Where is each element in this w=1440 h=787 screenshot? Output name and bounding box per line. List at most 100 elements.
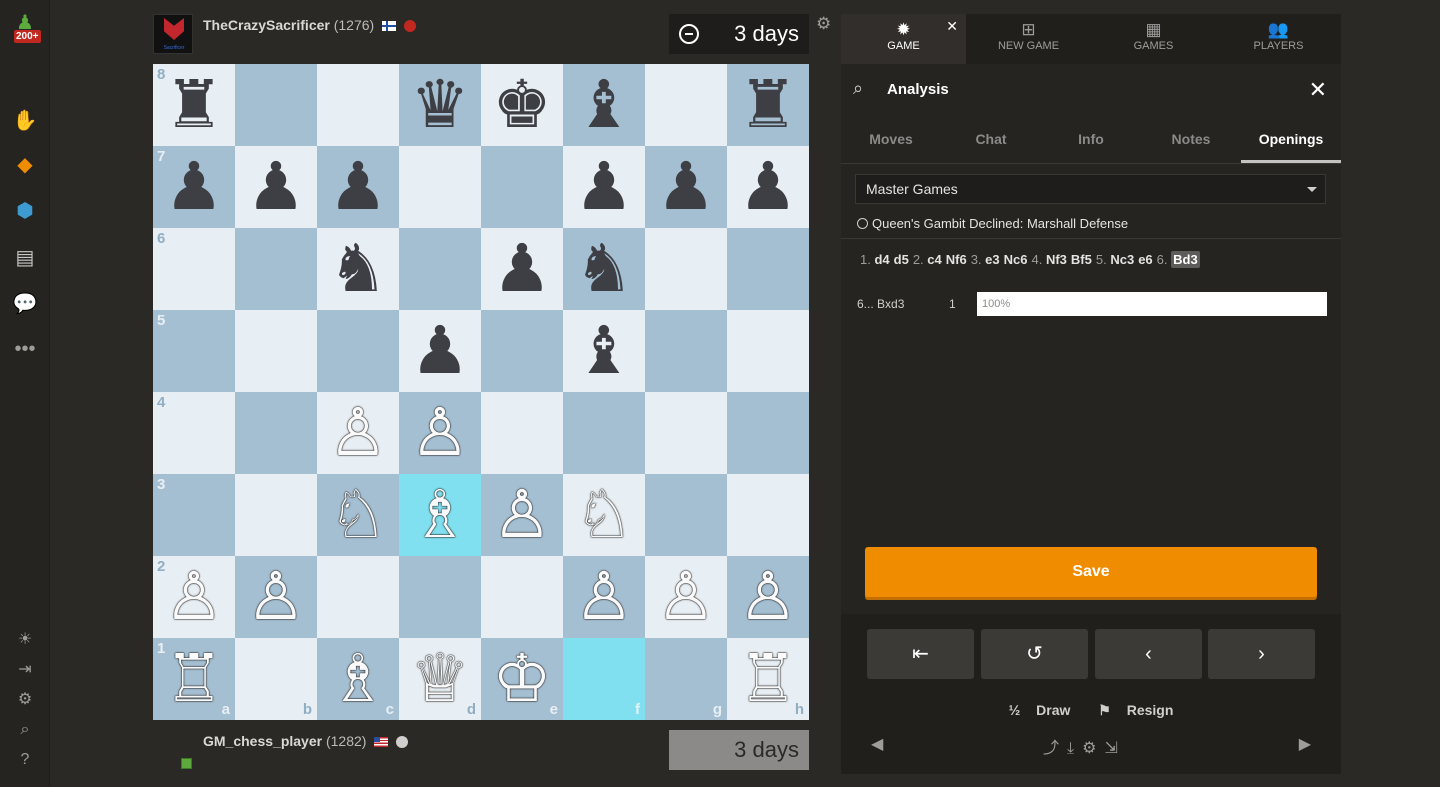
square-b2[interactable]: ♙ (235, 556, 317, 638)
square-h5[interactable] (727, 310, 809, 392)
move-white[interactable]: c4 (927, 252, 941, 267)
chess-piece[interactable]: ♖ (738, 646, 797, 712)
chess-piece[interactable]: ♙ (328, 400, 387, 466)
theme-icon[interactable]: ☀ (14, 629, 36, 651)
chess-piece[interactable]: ♕ (410, 646, 469, 712)
download-icon[interactable]: ⤓ (1067, 740, 1074, 757)
chess-piece[interactable]: ♟ (492, 236, 551, 302)
square-h6[interactable] (727, 228, 809, 310)
tab-players[interactable]: 👥 PLAYERS (1216, 14, 1341, 64)
subtab-info[interactable]: Info (1041, 120, 1141, 163)
chat-icon[interactable]: 💬 (11, 289, 39, 317)
avatar[interactable]: Sacrificer (153, 14, 193, 54)
square-d7[interactable] (399, 146, 481, 228)
chess-piece[interactable]: ♗ (410, 482, 469, 548)
chess-piece[interactable]: ♟ (410, 318, 469, 384)
more-icon[interactable]: ••• (11, 335, 39, 363)
left-arrow-icon[interactable]: ◀ (871, 734, 883, 754)
square-e7[interactable] (481, 146, 563, 228)
tab-games[interactable]: ▦ GAMES (1091, 14, 1216, 64)
square-b6[interactable] (235, 228, 317, 310)
square-a8[interactable]: ♜ 8 (153, 64, 235, 146)
square-b1[interactable]: b (235, 638, 317, 720)
square-c4[interactable]: ♙ (317, 392, 399, 474)
chess-piece[interactable]: ♟ (656, 154, 715, 220)
chess-piece[interactable]: ♘ (328, 482, 387, 548)
move-black[interactable]: Nc6 (1004, 252, 1028, 267)
search-icon[interactable]: ⌕ (14, 719, 36, 741)
square-a4[interactable]: 4 (153, 392, 235, 474)
square-f4[interactable] (563, 392, 645, 474)
move-black[interactable]: Bf5 (1071, 252, 1092, 267)
chess-piece[interactable]: ♜ (164, 72, 223, 138)
square-h1[interactable]: ♖ h (727, 638, 809, 720)
top-player-name[interactable]: TheCrazySacrificer (203, 17, 330, 33)
square-b5[interactable] (235, 310, 317, 392)
square-g5[interactable] (645, 310, 727, 392)
square-g6[interactable] (645, 228, 727, 310)
chess-piece[interactable]: ♖ (164, 646, 223, 712)
square-h2[interactable]: ♙ (727, 556, 809, 638)
move-white[interactable]: e3 (985, 252, 999, 267)
chess-piece[interactable]: ♚ (492, 72, 551, 138)
square-d5[interactable]: ♟ (399, 310, 481, 392)
square-b4[interactable] (235, 392, 317, 474)
square-c6[interactable]: ♞ (317, 228, 399, 310)
square-e3[interactable]: ♙ (481, 474, 563, 556)
chess-piece[interactable]: ♝ (574, 72, 633, 138)
chess-piece[interactable]: ♞ (328, 236, 387, 302)
chess-piece[interactable]: ♟ (328, 154, 387, 220)
square-a2[interactable]: ♙ 2 (153, 556, 235, 638)
news-icon[interactable]: ▤ (11, 243, 39, 271)
square-e5[interactable] (481, 310, 563, 392)
square-f1[interactable]: f (563, 638, 645, 720)
square-e8[interactable]: ♚ (481, 64, 563, 146)
square-c3[interactable]: ♘ (317, 474, 399, 556)
square-d8[interactable]: ♛ (399, 64, 481, 146)
square-g1[interactable]: g (645, 638, 727, 720)
right-arrow-icon[interactable]: ▶ (1299, 734, 1311, 754)
exit-analysis-button[interactable]: ⇤ (867, 629, 974, 679)
square-c2[interactable] (317, 556, 399, 638)
move-white[interactable]: Nf3 (1046, 252, 1067, 267)
move-black[interactable]: d5 (894, 252, 909, 267)
square-h8[interactable]: ♜ (727, 64, 809, 146)
chess-piece[interactable]: ♟ (574, 154, 633, 220)
watch-icon[interactable]: ⬢ (11, 196, 39, 224)
square-f3[interactable]: ♘ (563, 474, 645, 556)
chess-piece[interactable]: ♙ (574, 564, 633, 630)
chess-piece[interactable]: ♟ (246, 154, 305, 220)
square-g3[interactable] (645, 474, 727, 556)
square-g7[interactable]: ♟ (645, 146, 727, 228)
square-a7[interactable]: ♟ 7 (153, 146, 235, 228)
square-f8[interactable]: ♝ (563, 64, 645, 146)
square-d1[interactable]: ♕ d (399, 638, 481, 720)
subtab-notes[interactable]: Notes (1141, 120, 1241, 163)
square-g2[interactable]: ♙ (645, 556, 727, 638)
tab-new-game[interactable]: ⊞ NEW GAME (966, 14, 1091, 64)
chess-piece[interactable]: ♜ (738, 72, 797, 138)
square-b3[interactable] (235, 474, 317, 556)
square-f2[interactable]: ♙ (563, 556, 645, 638)
square-a3[interactable]: 3 (153, 474, 235, 556)
square-d3[interactable]: ♗ (399, 474, 481, 556)
square-e1[interactable]: ♔ e (481, 638, 563, 720)
square-c8[interactable] (317, 64, 399, 146)
share-icon[interactable]: ⤴ (1043, 740, 1059, 757)
close-icon[interactable]: ✕ (946, 18, 958, 35)
chess-piece[interactable]: ♞ (574, 236, 633, 302)
square-a6[interactable]: 6 (153, 228, 235, 310)
settings-icon[interactable]: ⚙ (1082, 740, 1096, 757)
previous-move-button[interactable]: ‹ (1095, 629, 1202, 679)
chess-piece[interactable]: ♙ (656, 564, 715, 630)
resign-button[interactable]: ⚑ Resign (1092, 702, 1179, 718)
chess-piece[interactable]: ♛ (410, 72, 469, 138)
draw-button[interactable]: ½ Draw (1003, 702, 1077, 718)
square-f5[interactable]: ♝ (563, 310, 645, 392)
square-c7[interactable]: ♟ (317, 146, 399, 228)
chess-board[interactable]: ♜ 8 ♛ ♚ ♝ ♜ ♟ 7 ♟ ♟ ♟ ♟ ♟ 6 ♞ ♟ ♞ 5 ♟ ♝ 4 ♙ ♙ 3 ♘ ♗ ♙ ♘ ♙ 2 ♙ ♙ ♙ ♙ ♖ 1 a b ♗ c… (153, 64, 809, 720)
chess-piece[interactable]: ♙ (492, 482, 551, 548)
puzzle-icon[interactable]: ✋ (11, 106, 39, 134)
board-settings-icon[interactable]: ⚙ (816, 14, 831, 34)
settings-icon[interactable]: ⚙ (14, 689, 36, 711)
